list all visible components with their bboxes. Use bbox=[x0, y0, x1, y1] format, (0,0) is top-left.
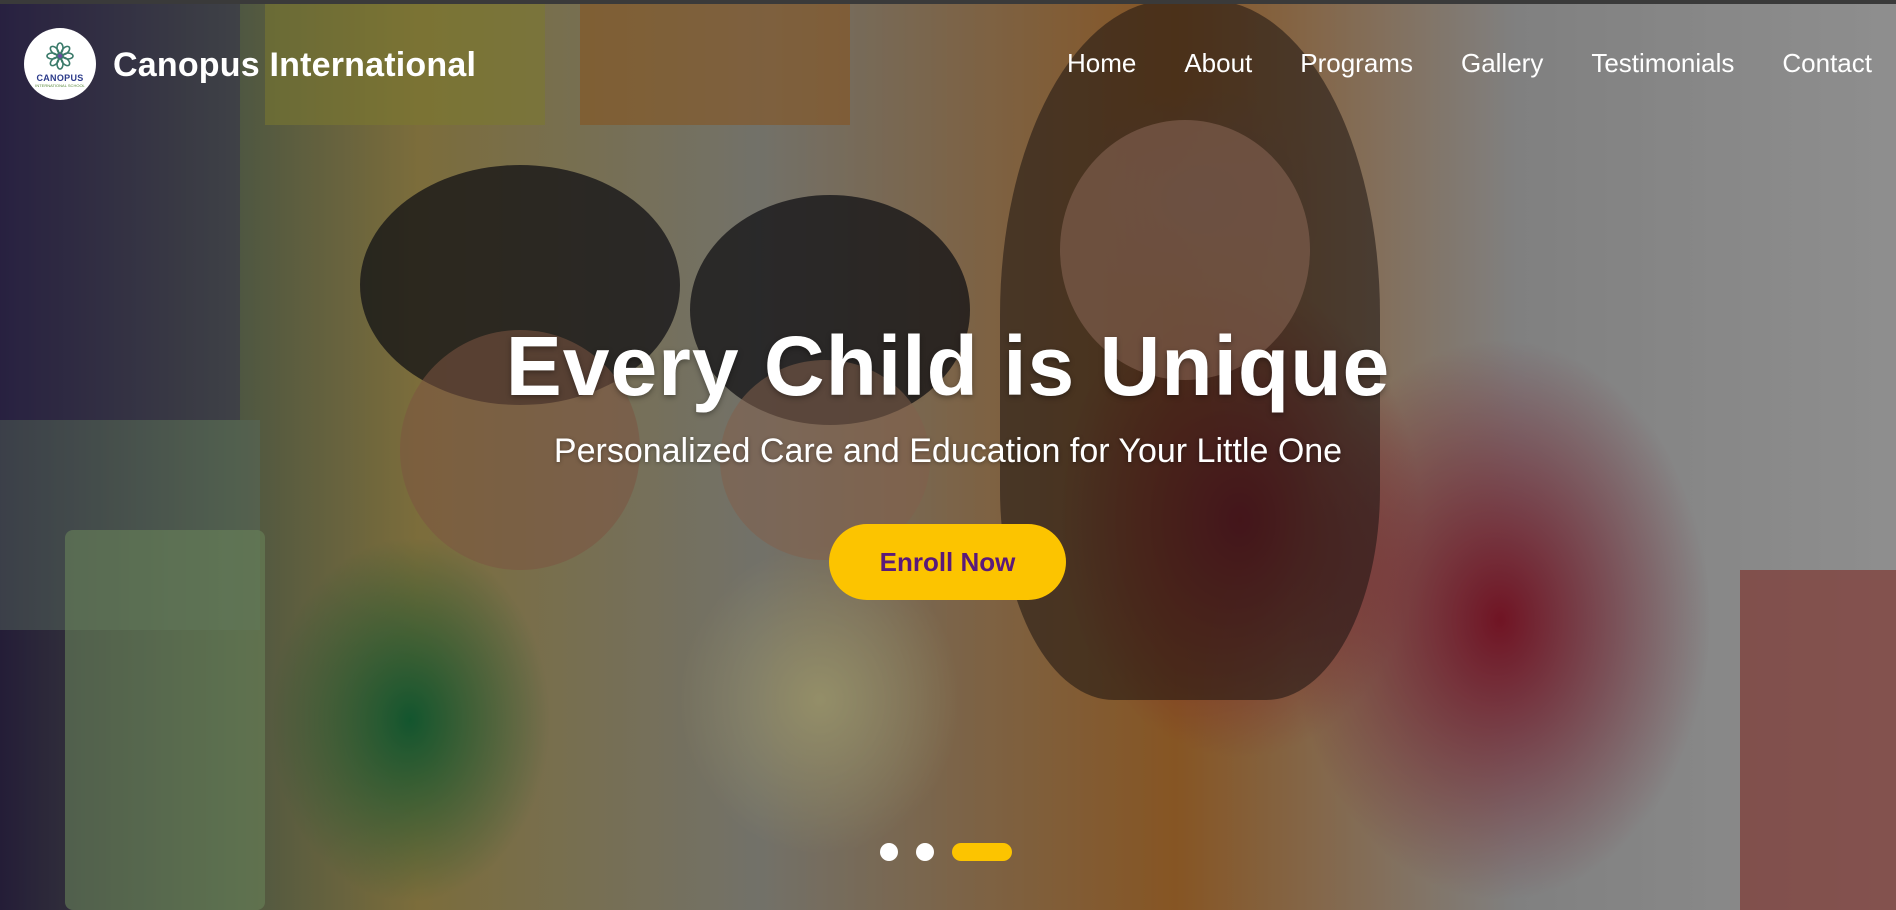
nav-programs[interactable]: Programs bbox=[1300, 48, 1413, 79]
enroll-now-button[interactable]: Enroll Now bbox=[829, 524, 1066, 600]
top-border bbox=[0, 0, 1896, 4]
school-logo[interactable]: CANOPUS INTERNATIONAL SCHOOL bbox=[24, 28, 96, 100]
nav-home[interactable]: Home bbox=[1067, 48, 1136, 79]
logo-wordmark: CANOPUS bbox=[36, 72, 84, 83]
slider-indicators bbox=[880, 843, 1012, 861]
site-brand-name[interactable]: Canopus International bbox=[113, 46, 476, 85]
hero-subtitle: Personalized Care and Education for Your… bbox=[553, 432, 1343, 470]
nav-about[interactable]: About bbox=[1184, 48, 1252, 79]
nav-testimonials[interactable]: Testimonials bbox=[1591, 48, 1734, 79]
slide-dot-1[interactable] bbox=[880, 843, 898, 861]
slide-dot-3-active[interactable] bbox=[952, 843, 1012, 861]
slide-dot-2[interactable] bbox=[916, 843, 934, 861]
nav-gallery[interactable]: Gallery bbox=[1461, 48, 1543, 79]
flower-logo-icon bbox=[46, 41, 74, 70]
logo-subtext: INTERNATIONAL SCHOOL bbox=[35, 82, 85, 88]
nav-contact[interactable]: Contact bbox=[1782, 48, 1872, 79]
main-nav: Home About Programs Gallery Testimonials… bbox=[1067, 48, 1872, 79]
hero-title: Every Child is Unique bbox=[505, 319, 1391, 413]
